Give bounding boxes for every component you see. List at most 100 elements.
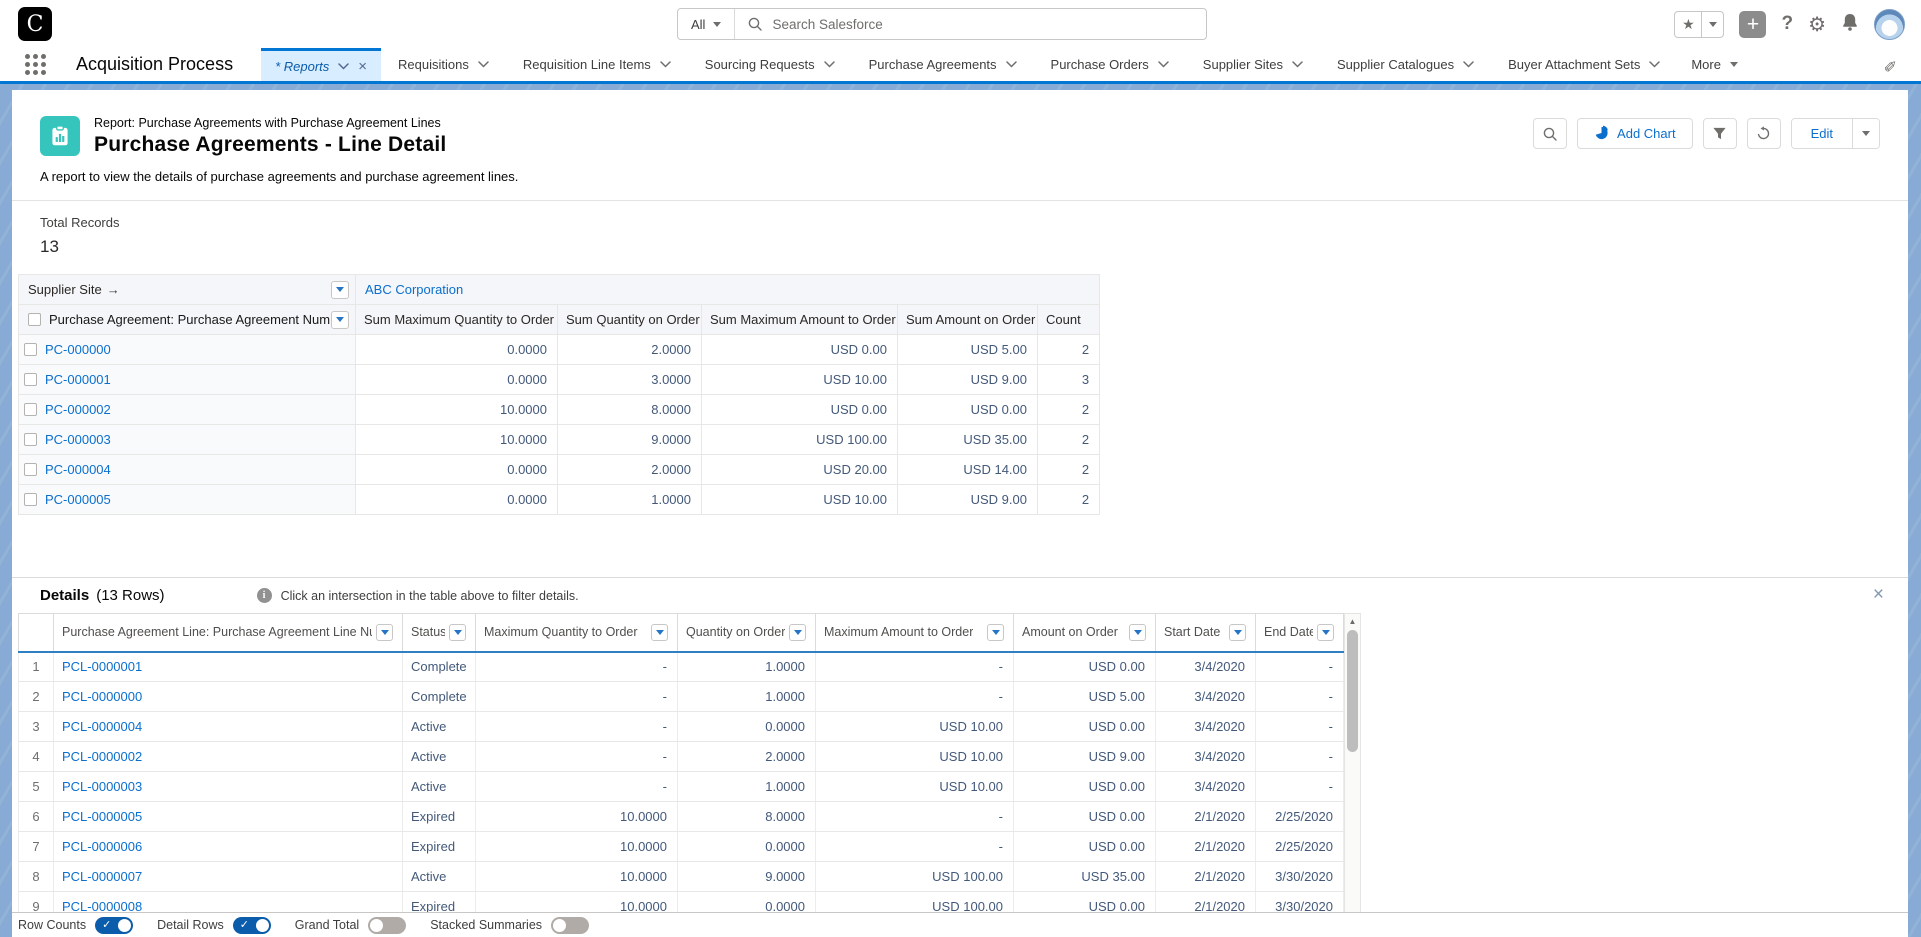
purchase-agreement-link[interactable]: PC-000002 (45, 402, 111, 417)
grand-total-toggle[interactable] (368, 917, 406, 934)
favorites-dropdown[interactable] (1702, 12, 1723, 37)
purchase-agreement-link[interactable]: PC-000004 (45, 462, 111, 477)
summary-value-cell[interactable]: 0.0000 (356, 335, 558, 365)
supplier-site-link[interactable]: ABC Corporation (365, 282, 463, 297)
summary-value-cell[interactable]: 2 (1038, 455, 1100, 485)
summary-value-cell[interactable]: 3.0000 (558, 365, 702, 395)
chevron-down-icon[interactable] (1649, 61, 1660, 68)
chevron-down-icon[interactable] (338, 63, 349, 70)
purchase-agreement-line-link[interactable]: PCL-0000003 (62, 779, 142, 794)
purchase-agreement-line-link[interactable]: PCL-0000002 (62, 749, 142, 764)
summary-value-cell[interactable]: USD 0.00 (702, 335, 898, 365)
summary-value-cell[interactable]: 8.0000 (558, 395, 702, 425)
summary-value-cell[interactable]: 2 (1038, 485, 1100, 515)
summary-value-cell[interactable]: USD 5.00 (898, 335, 1038, 365)
summary-value-cell[interactable]: USD 20.00 (702, 455, 898, 485)
summary-value-cell[interactable]: 10.0000 (356, 425, 558, 455)
find-in-report-button[interactable] (1533, 118, 1567, 149)
summary-value-cell[interactable]: 2.0000 (558, 455, 702, 485)
row-checkbox[interactable] (24, 433, 37, 446)
chevron-down-icon[interactable] (1463, 61, 1474, 68)
stacked-summaries-toggle[interactable] (551, 917, 589, 934)
edit-dropdown-button[interactable] (1852, 119, 1879, 148)
chevron-down-icon[interactable] (824, 61, 835, 68)
purchase-agreement-link[interactable]: PC-000000 (45, 342, 111, 357)
column-dropdown-button[interactable] (331, 281, 349, 299)
column-dropdown-button[interactable] (376, 624, 393, 641)
tab-sourcing-requests[interactable]: Sourcing Requests (688, 48, 852, 81)
summary-value-cell[interactable]: 1.0000 (558, 485, 702, 515)
refresh-button[interactable] (1747, 118, 1781, 149)
search-scope-selector[interactable]: All (678, 9, 735, 39)
summary-value-cell[interactable]: USD 35.00 (898, 425, 1038, 455)
purchase-agreement-link[interactable]: PC-000005 (45, 492, 111, 507)
summary-value-cell[interactable]: USD 0.00 (898, 395, 1038, 425)
tab-buyer-attachment-sets[interactable]: Buyer Attachment Sets (1491, 48, 1677, 81)
tab-reports-active[interactable]: * Reports × (261, 48, 381, 81)
tab-supplier-sites[interactable]: Supplier Sites (1186, 48, 1320, 81)
summary-value-cell[interactable]: USD 14.00 (898, 455, 1038, 485)
purchase-agreement-line-link[interactable]: PCL-0000000 (62, 689, 142, 704)
tab-requisition-line-items[interactable]: Requisition Line Items (506, 48, 688, 81)
edit-button[interactable]: Edit (1792, 119, 1852, 148)
summary-value-cell[interactable]: 3 (1038, 365, 1100, 395)
tab-purchase-orders[interactable]: Purchase Orders (1034, 48, 1186, 81)
summary-value-cell[interactable]: 2 (1038, 395, 1100, 425)
select-all-checkbox[interactable] (28, 313, 41, 326)
edit-nav-pencil-icon[interactable]: ✎ (1884, 55, 1897, 75)
summary-value-cell[interactable]: USD 9.00 (898, 485, 1038, 515)
chevron-down-icon[interactable] (660, 61, 671, 68)
row-counts-toggle[interactable]: ✓ (95, 917, 133, 934)
user-avatar[interactable] (1874, 9, 1905, 40)
setup-gear-icon[interactable]: ⚙ (1808, 12, 1826, 37)
tab-requisitions[interactable]: Requisitions (381, 48, 506, 81)
row-checkbox[interactable] (24, 493, 37, 506)
purchase-agreement-line-link[interactable]: PCL-0000007 (62, 869, 142, 884)
column-dropdown-button[interactable] (987, 624, 1004, 641)
summary-value-cell[interactable]: 0.0000 (356, 455, 558, 485)
column-dropdown-button[interactable] (1229, 624, 1246, 641)
column-dropdown-button[interactable] (1129, 624, 1146, 641)
summary-value-cell[interactable]: 2 (1038, 335, 1100, 365)
summary-value-cell[interactable]: USD 10.00 (702, 365, 898, 395)
chevron-down-icon[interactable] (1006, 61, 1017, 68)
column-dropdown-button[interactable] (449, 624, 466, 641)
scroll-up-icon[interactable]: ▲ (1345, 617, 1360, 626)
row-checkbox[interactable] (24, 463, 37, 476)
purchase-agreement-line-link[interactable]: PCL-0000001 (62, 659, 142, 674)
summary-value-cell[interactable]: USD 0.00 (702, 395, 898, 425)
global-search[interactable]: All Search Salesforce (677, 8, 1207, 40)
summary-value-cell[interactable]: USD 100.00 (702, 425, 898, 455)
detail-rows-toggle[interactable]: ✓ (233, 917, 271, 934)
more-tabs-menu[interactable]: More (1677, 48, 1752, 81)
row-checkbox[interactable] (24, 403, 37, 416)
purchase-agreement-line-link[interactable]: PCL-0000004 (62, 719, 142, 734)
purchase-agreement-link[interactable]: PC-000001 (45, 372, 111, 387)
tab-supplier-catalogues[interactable]: Supplier Catalogues (1320, 48, 1491, 81)
summary-value-cell[interactable]: USD 10.00 (702, 485, 898, 515)
summary-value-cell[interactable]: 2.0000 (558, 335, 702, 365)
summary-value-cell[interactable]: 0.0000 (356, 365, 558, 395)
row-checkbox[interactable] (24, 343, 37, 356)
notifications-bell-icon[interactable] (1841, 12, 1859, 37)
chevron-down-icon[interactable] (1292, 61, 1303, 68)
chevron-down-icon[interactable] (478, 61, 489, 68)
chevron-down-icon[interactable] (1158, 61, 1169, 68)
filter-button[interactable] (1703, 118, 1737, 149)
column-dropdown-button[interactable] (1317, 624, 1334, 641)
summary-value-cell[interactable]: 2 (1038, 425, 1100, 455)
app-launcher-icon[interactable] (25, 54, 46, 75)
quick-create-button[interactable]: + (1739, 11, 1766, 38)
tab-purchase-agreements[interactable]: Purchase Agreements (852, 48, 1034, 81)
purchase-agreement-line-link[interactable]: PCL-0000006 (62, 839, 142, 854)
details-scrollbar[interactable]: ▲ ▼ (1344, 613, 1361, 923)
purchase-agreement-line-link[interactable]: PCL-0000005 (62, 809, 142, 824)
summary-value-cell[interactable]: USD 9.00 (898, 365, 1038, 395)
favorite-star-icon[interactable]: ★ (1675, 12, 1702, 37)
summary-value-cell[interactable]: 10.0000 (356, 395, 558, 425)
column-dropdown-button[interactable] (789, 624, 806, 641)
purchase-agreement-link[interactable]: PC-000003 (45, 432, 111, 447)
row-checkbox[interactable] (24, 373, 37, 386)
scrollbar-thumb[interactable] (1347, 630, 1358, 752)
summary-value-cell[interactable]: 0.0000 (356, 485, 558, 515)
